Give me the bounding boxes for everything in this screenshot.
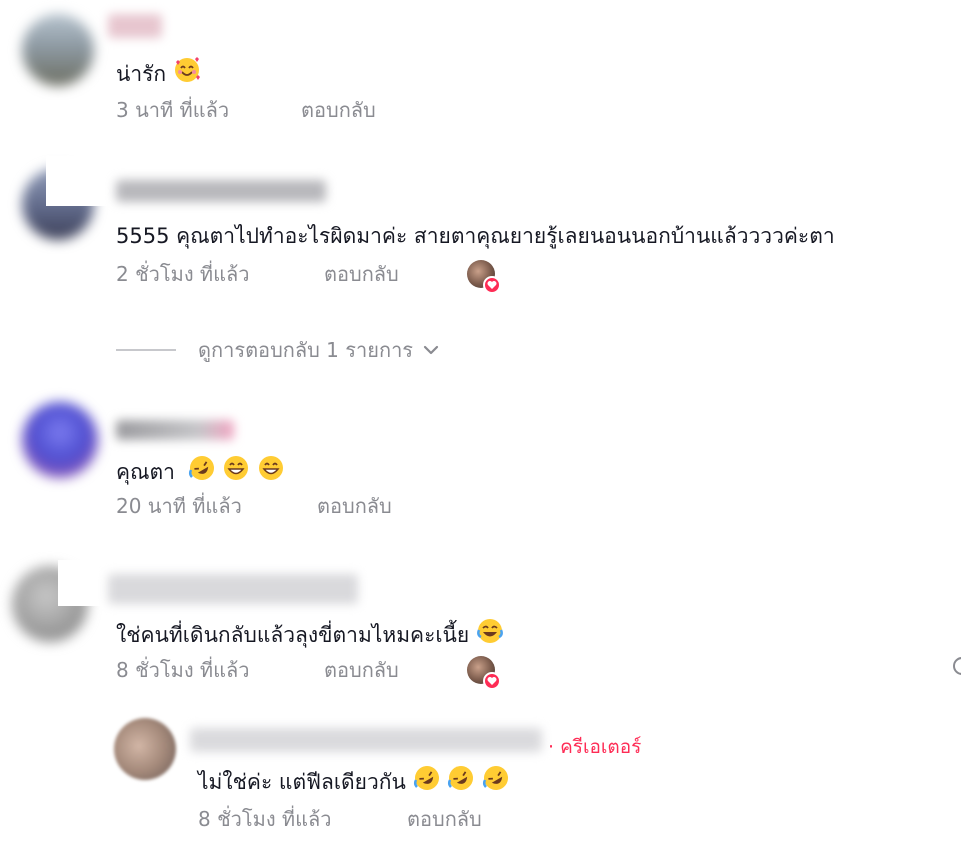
comment-text: ใช่คนที่เดินกลับแล้วลุงขี่ตามไหมคะเนี้ย bbox=[116, 617, 504, 652]
smiling-face-with-hearts-icon bbox=[173, 56, 201, 91]
rolling-on-floor-laughing-icon bbox=[188, 454, 216, 489]
heart-icon bbox=[483, 672, 501, 690]
avatar[interactable] bbox=[22, 14, 94, 86]
comment-timestamp: 2 ชั่วโมง ที่แล้ว bbox=[116, 262, 250, 286]
comment-text: 5555 คุณตาไปทำอะไรผิดมาค่ะ สายตาคุณยายรู… bbox=[116, 224, 835, 248]
comment-text-content: ไม่ใช่ค่ะ แต่ฟีลเดียวกัน bbox=[198, 770, 406, 794]
comment-text-content: ใช่คนที่เดินกลับแล้วลุงขี่ตามไหมคะเนี้ย bbox=[116, 623, 470, 647]
rolling-on-floor-laughing-icon bbox=[447, 764, 475, 799]
divider-line bbox=[116, 349, 176, 351]
rolling-on-floor-laughing-icon bbox=[482, 764, 510, 799]
rolling-on-floor-laughing-icon bbox=[413, 764, 441, 799]
face-with-tears-of-joy-icon bbox=[476, 617, 504, 652]
username[interactable] bbox=[108, 574, 358, 604]
comment-text-content: น่ารัก bbox=[116, 62, 167, 86]
view-replies-label: ดูการตอบกลับ 1 รายการ bbox=[198, 338, 414, 362]
creator-avatar[interactable] bbox=[114, 718, 176, 780]
reply-button[interactable]: ตอบกลับ bbox=[324, 657, 399, 683]
grinning-face-icon bbox=[222, 454, 250, 489]
like-icon[interactable] bbox=[950, 656, 961, 680]
username[interactable] bbox=[116, 420, 234, 440]
comment-item: น่ารัก 3 นาที ที่แล้ว ตอบกลับ bbox=[0, 0, 961, 130]
reply-button[interactable]: ตอบกลับ bbox=[407, 806, 482, 832]
view-replies-button[interactable]: ดูการตอบกลับ 1 รายการ bbox=[116, 334, 439, 366]
username[interactable] bbox=[108, 14, 162, 38]
creator-liked-badge bbox=[467, 656, 501, 690]
creator-liked-badge bbox=[467, 260, 501, 294]
username[interactable] bbox=[190, 728, 542, 752]
comment-item: ใช่คนที่เดินกลับแล้วลุงขี่ตามไหมคะเนี้ย … bbox=[0, 560, 961, 700]
creator-reply-item: · ครีเอเตอร์ ไม่ใช่ค่ะ แต่ฟีลเดียวกัน 8 … bbox=[0, 712, 961, 846]
grinning-face-icon bbox=[257, 454, 285, 489]
heart-icon bbox=[483, 276, 501, 294]
creator-badge: · ครีเอเตอร์ bbox=[548, 736, 642, 758]
reply-button[interactable]: ตอบกลับ bbox=[301, 97, 376, 123]
avatar[interactable] bbox=[22, 402, 98, 478]
reply-button[interactable]: ตอบกลับ bbox=[324, 261, 399, 287]
chevron-down-icon bbox=[423, 345, 439, 355]
comment-timestamp: 8 ชั่วโมง ที่แล้ว bbox=[116, 658, 250, 682]
comment-timestamp: 3 นาที ที่แล้ว bbox=[116, 98, 230, 122]
comment-timestamp: 20 นาที ที่แล้ว bbox=[116, 494, 242, 518]
comment-text-content: คุณตา bbox=[116, 460, 175, 484]
comment-item: คุณตา 20 นาที ที่แล้ว ตอบกลับ bbox=[0, 400, 961, 530]
username[interactable] bbox=[116, 180, 326, 202]
comment-timestamp: 8 ชั่วโมง ที่แล้ว bbox=[198, 807, 332, 831]
comment-text: ไม่ใช่ค่ะ แต่ฟีลเดียวกัน bbox=[198, 764, 510, 799]
comment-item: 5555 คุณตาไปทำอะไรผิดมาค่ะ สายตาคุณยายรู… bbox=[0, 150, 961, 370]
comment-text: คุณตา bbox=[116, 454, 285, 489]
reply-button[interactable]: ตอบกลับ bbox=[317, 493, 392, 519]
comment-text: น่ารัก bbox=[116, 56, 201, 91]
